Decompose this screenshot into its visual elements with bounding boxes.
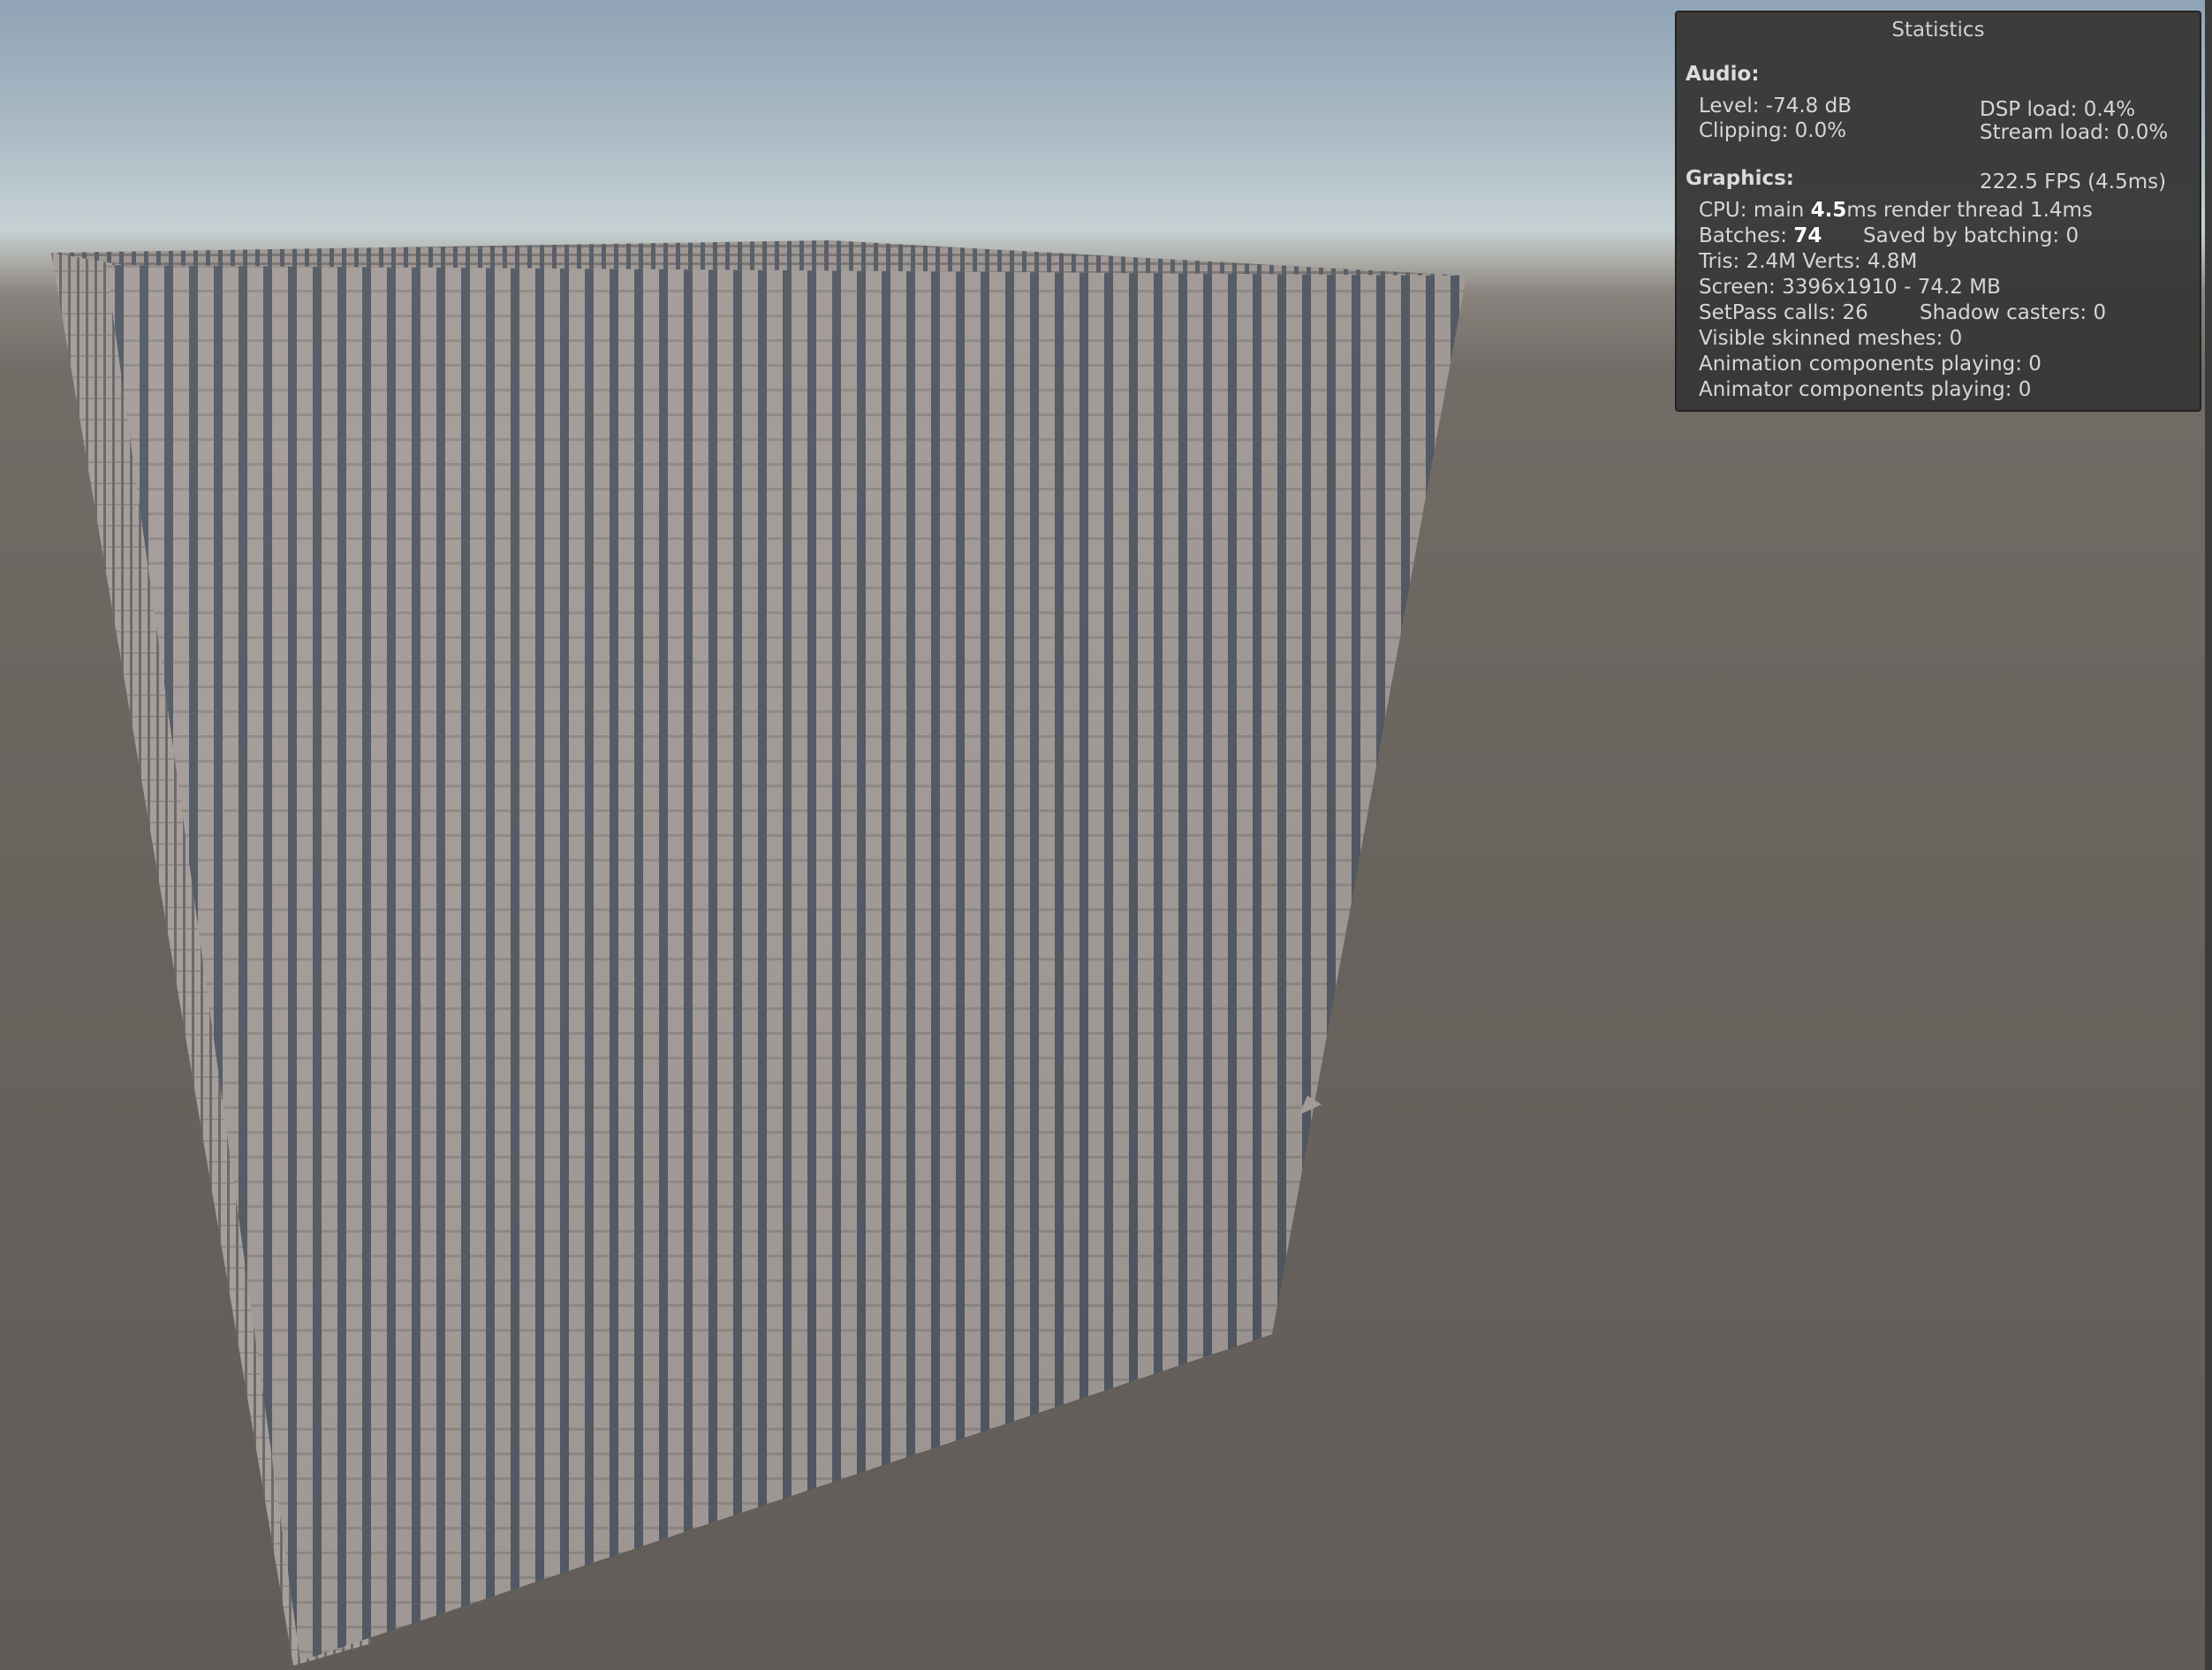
cpu-main-value: 4.5 xyxy=(1810,199,1847,222)
cpu-label: CPU: main xyxy=(1699,199,1811,222)
audio-stream-load: Stream load: 0.0% xyxy=(1980,121,2169,144)
viewport-right-border xyxy=(2205,0,2212,1670)
graphics-saved-by-batching: Saved by batching: 0 xyxy=(1863,224,2079,247)
game-viewport[interactable]: Statistics Audio: Level: -74.8 dB Clippi… xyxy=(0,0,2212,1670)
statistics-title: Statistics xyxy=(1891,19,1985,42)
audio-dsp-load: DSP load: 0.4% xyxy=(1980,98,2136,121)
graphics-batches: Batches: 74 xyxy=(1699,224,1822,249)
graphics-screen: Screen: 3396x1910 - 74.2 MB xyxy=(1699,276,2001,299)
graphics-shadow-casters: Shadow casters: 0 xyxy=(1920,301,2107,324)
graphics-animation-components: Animation components playing: 0 xyxy=(1699,353,2042,376)
graphics-tris-verts: Tris: 2.4M Verts: 4.8M xyxy=(1699,250,1918,273)
audio-level: Level: -74.8 dB xyxy=(1699,95,1852,118)
graphics-setpass: SetPass calls: 26 xyxy=(1699,301,1868,324)
batches-label: Batches: xyxy=(1699,224,1794,247)
cpu-rest: ms render thread 1.4ms xyxy=(1846,199,2093,222)
graphics-cpu: CPU: main 4.5ms render thread 1.4ms xyxy=(1699,198,2093,224)
audio-clipping: Clipping: 0.0% xyxy=(1699,119,1847,142)
cube-grid-front-shade xyxy=(106,265,1466,1661)
graphics-visible-skinned: Visible skinned meshes: 0 xyxy=(1699,327,1963,350)
audio-heading: Audio: xyxy=(1686,63,1760,86)
batches-value: 74 xyxy=(1793,224,1822,247)
statistics-panel[interactable]: Statistics Audio: Level: -74.8 dB Clippi… xyxy=(1675,11,2201,412)
graphics-animator-components: Animator components playing: 0 xyxy=(1699,378,2032,401)
graphics-heading: Graphics: xyxy=(1686,167,1794,190)
graphics-fps: 222.5 FPS (4.5ms) xyxy=(1980,171,2167,194)
